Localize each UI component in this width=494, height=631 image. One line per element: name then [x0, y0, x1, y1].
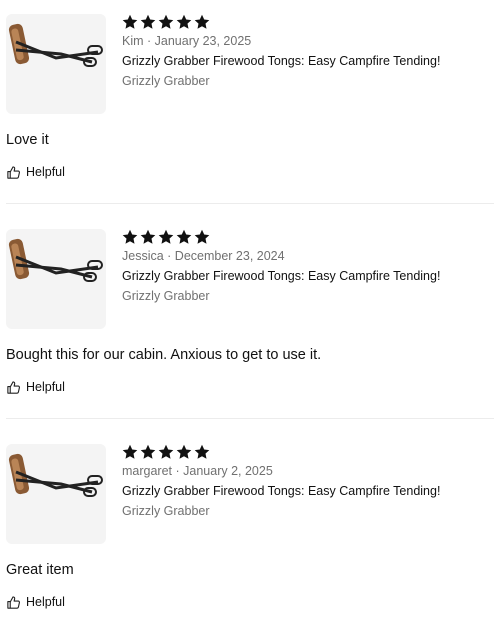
review-byline: Jessica · December 23, 2024 [122, 249, 492, 264]
product-thumbnail[interactable] [6, 14, 106, 114]
review-body: Great item [6, 562, 74, 578]
star-icon [122, 229, 138, 244]
star-icon [158, 229, 174, 244]
thumbs-up-icon [6, 165, 21, 180]
thumbs-up-icon [6, 595, 21, 610]
star-icon [122, 14, 138, 29]
review-author: margaret [122, 464, 173, 478]
review-author: Kim [122, 34, 144, 48]
star-icon [194, 14, 210, 29]
star-icon [176, 444, 192, 459]
review-date: December 23, 2024 [174, 249, 285, 263]
star-icon [140, 229, 156, 244]
helpful-button[interactable]: Helpful [6, 164, 65, 180]
helpful-button[interactable]: Helpful [6, 594, 65, 610]
byline-separator: · [172, 464, 184, 478]
review-date: January 2, 2025 [183, 464, 273, 478]
star-icon [176, 229, 192, 244]
star-icon [158, 14, 174, 29]
helpful-button[interactable]: Helpful [6, 379, 65, 395]
star-icon [122, 444, 138, 459]
byline-separator: · [163, 249, 175, 263]
product-brand: Grizzly Grabber [122, 289, 210, 303]
star-icon [140, 14, 156, 29]
review-divider [6, 203, 494, 204]
star-rating [122, 229, 492, 245]
product-brand: Grizzly Grabber [122, 74, 210, 88]
review-body: Bought this for our cabin. Anxious to ge… [6, 347, 322, 363]
helpful-label: Helpful [26, 165, 65, 179]
review-byline: Kim · January 23, 2025 [122, 34, 492, 49]
review-meta: margaret · January 2, 2025 Grizzly Grabbe… [122, 444, 492, 519]
star-rating [122, 444, 492, 460]
review-body: Love it [6, 132, 49, 148]
product-title[interactable]: Grizzly Grabber Firewood Tongs: Easy Cam… [122, 269, 492, 284]
review-meta: Jessica · December 23, 2024 Grizzly Grabb… [122, 229, 492, 304]
review-date: January 23, 2025 [154, 34, 252, 48]
helpful-label: Helpful [26, 595, 65, 609]
product-thumbnail[interactable] [6, 229, 106, 329]
product-thumbnail[interactable] [6, 444, 106, 544]
review-divider [6, 418, 494, 419]
star-icon [194, 444, 210, 459]
thumbs-up-icon [6, 380, 21, 395]
review-meta: Kim · January 23, 2025 Grizzly Grabber Fi… [122, 14, 492, 89]
product-title[interactable]: Grizzly Grabber Firewood Tongs: Easy Cam… [122, 484, 492, 499]
star-rating [122, 14, 492, 30]
product-brand: Grizzly Grabber [122, 504, 210, 518]
product-title[interactable]: Grizzly Grabber Firewood Tongs: Easy Cam… [122, 54, 492, 69]
byline-separator: · [143, 34, 155, 48]
review-author: Jessica [122, 249, 164, 263]
helpful-label: Helpful [26, 380, 65, 394]
star-icon [158, 444, 174, 459]
star-icon [194, 229, 210, 244]
star-icon [140, 444, 156, 459]
star-icon [176, 14, 192, 29]
review-byline: margaret · January 2, 2025 [122, 464, 492, 479]
